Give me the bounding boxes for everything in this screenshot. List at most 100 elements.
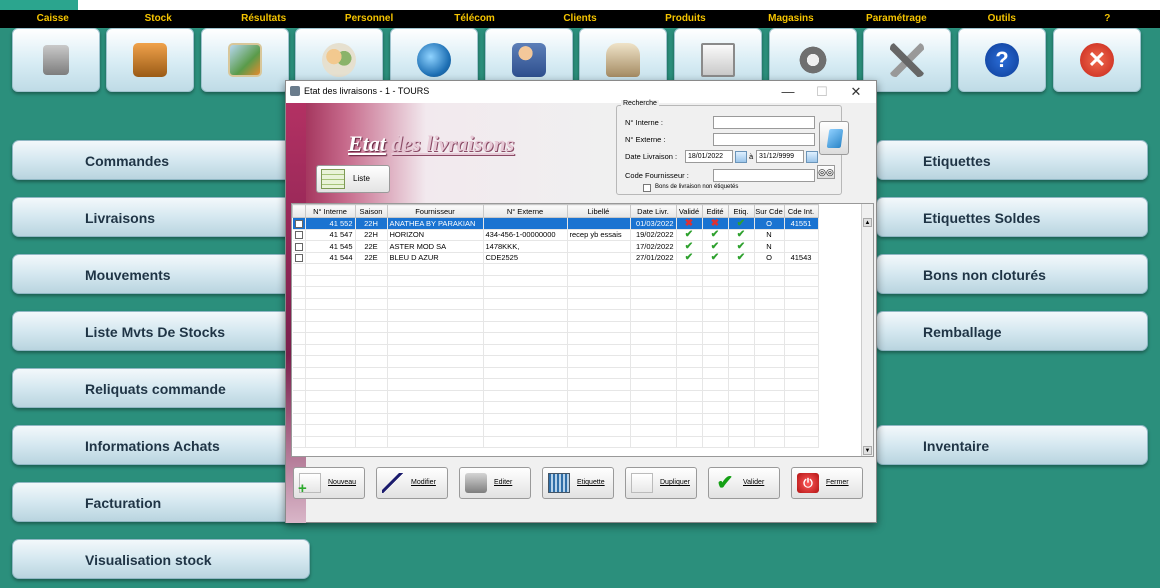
table-row[interactable]: 41 552 22H ANATHEA BY PARAKIAN 01/03/2022 ✖ ✖… [292, 217, 819, 230]
date-from-calendar-icon[interactable] [735, 151, 747, 163]
empty-cell [483, 436, 568, 448]
date-to-calendar-icon[interactable] [806, 151, 818, 163]
non-etiquetes-checkbox[interactable] [643, 184, 651, 192]
nav-liste-mvts-stocks[interactable]: Liste Mvts De Stocks [12, 311, 310, 351]
row-checkbox-cell[interactable] [292, 252, 306, 264]
valider-button[interactable]: ✔ Valider [708, 467, 780, 499]
row-checkbox-cell[interactable] [292, 217, 306, 230]
col-fournisseur[interactable]: Fournisseur [386, 204, 484, 218]
etiquette-button[interactable]: Etiquette [542, 467, 614, 499]
num-interne-input[interactable] [713, 116, 815, 129]
empty-cell [728, 355, 755, 368]
menu-parametrage[interactable]: Paramétrage [844, 10, 949, 28]
menu-clients[interactable]: Clients [527, 10, 632, 28]
scroll-down-icon[interactable]: ▼ [863, 446, 872, 455]
dupliquer-label: Dupliquer [660, 479, 690, 486]
search-fournisseur-button[interactable]: ◎◎ [817, 165, 835, 179]
search-group: Recherche N° Interne : N° Externe : Date… [616, 100, 842, 195]
empty-cell [292, 298, 306, 310]
dupliquer-button[interactable]: Dupliquer [625, 467, 697, 499]
code-fournisseur-input[interactable] [713, 169, 815, 182]
table-row[interactable]: 41 547 22H HORIZON 434-456-1-00000000 recep … [292, 229, 819, 241]
toolbar-resultats-button[interactable] [201, 28, 289, 92]
menu-help[interactable]: ? [1055, 10, 1160, 28]
date-to-input[interactable]: 31/12/9999 [756, 150, 804, 163]
empty-row [292, 275, 819, 287]
menu-resultats[interactable]: Résultats [211, 10, 316, 28]
empty-cell [784, 263, 819, 276]
check-icon: ✔ [710, 229, 720, 241]
nav-remballage[interactable]: Remballage [876, 311, 1148, 351]
nouveau-button[interactable]: + Nouveau [293, 467, 365, 499]
nav-etiquettes[interactable]: Etiquettes [876, 140, 1148, 180]
empty-cell [702, 321, 729, 333]
empty-cell [702, 367, 729, 379]
toolbar-exit-button[interactable]: ✕ [1053, 28, 1141, 92]
empty-cell [355, 367, 388, 379]
row-checkbox[interactable] [294, 254, 303, 263]
col-cde-int[interactable]: Cde Int. [783, 204, 819, 218]
table-scrollbar[interactable]: ▲ ▼ [861, 204, 873, 456]
row-checkbox[interactable] [294, 219, 303, 228]
menu-magasins[interactable]: Magasins [738, 10, 843, 28]
menu-telecom[interactable]: Télécom [422, 10, 527, 28]
row-checkbox[interactable] [294, 231, 303, 240]
col-edite[interactable]: Edité [701, 204, 729, 218]
menu-personnel[interactable]: Personnel [316, 10, 421, 28]
menu-caisse[interactable]: Caisse [0, 10, 105, 28]
scroll-up-icon[interactable]: ▲ [863, 218, 872, 227]
toolbar-stock-button[interactable] [106, 28, 194, 92]
nav-mouvements[interactable]: Mouvements [12, 254, 310, 294]
empty-cell [567, 355, 631, 368]
toolbar-caisse-button[interactable] [12, 28, 100, 92]
col-valide[interactable]: Validé [675, 204, 703, 218]
col-num-interne[interactable]: N° Interne [304, 204, 356, 218]
col-libelle[interactable]: Libellé [566, 204, 631, 218]
nav-etiquettes-soldes[interactable]: Etiquettes Soldes [876, 197, 1148, 237]
date-from-input[interactable]: 18/01/2022 [685, 150, 733, 163]
etiquette-label: Etiquette [577, 479, 605, 486]
num-externe-input[interactable] [713, 133, 815, 146]
nav-inventaire[interactable]: Inventaire [876, 425, 1148, 465]
window-maximize-button[interactable]: ☐ [808, 83, 836, 101]
empty-cell [292, 286, 306, 299]
table-row[interactable]: 41 545 22E ASTER MOD SA 1478KKK, 17/02/2022 ✔… [292, 240, 819, 253]
menu-outils[interactable]: Outils [949, 10, 1054, 28]
nav-livraisons[interactable]: Livraisons [12, 197, 310, 237]
col-saison[interactable]: Saison [354, 204, 388, 218]
col-checkbox-header [292, 204, 306, 218]
cell-sur-cde: O [754, 252, 785, 264]
fermer-button[interactable]: ⏻ Fermer [791, 467, 863, 499]
col-sur-cde[interactable]: Sur Cde [753, 204, 785, 218]
empty-cell [702, 436, 729, 448]
empty-cell [784, 275, 819, 287]
clear-search-button[interactable] [819, 121, 849, 155]
window-close-button[interactable]: ✕ [842, 83, 870, 101]
window-minimize-button[interactable]: — [774, 83, 802, 101]
row-checkbox-cell[interactable] [292, 240, 306, 253]
editer-button[interactable]: Editer [459, 467, 531, 499]
menu-stock[interactable]: Stock [105, 10, 210, 28]
nav-visualisation-stock[interactable]: Visualisation stock [12, 539, 310, 579]
nav-facturation[interactable]: Facturation [12, 482, 310, 522]
empty-cell [728, 298, 755, 310]
nav-bons-non-clotures[interactable]: Bons non cloturés [876, 254, 1148, 294]
nav-informations-achats[interactable]: Informations Achats [12, 425, 310, 465]
toolbar-help-button[interactable]: ? [958, 28, 1046, 92]
empty-cell [754, 401, 785, 414]
window-titlebar: Etat des livraisons - 1 - TOURS — ☐ ✕ [286, 81, 876, 103]
row-checkbox[interactable] [294, 242, 303, 251]
empty-cell [784, 286, 819, 299]
nav-reliquats-commande[interactable]: Reliquats commande [12, 368, 310, 408]
row-checkbox-cell[interactable] [292, 229, 306, 241]
table-row[interactable]: 41 544 22E BLEU D AZUR CDE2525 27/01/2022 ✔ ✔ ✔… [292, 252, 819, 264]
col-date-livr[interactable]: Date Livr. [629, 204, 677, 218]
liste-button[interactable]: Liste [316, 165, 390, 193]
modifier-button[interactable]: Modifier [376, 467, 448, 499]
menu-produits[interactable]: Produits [633, 10, 738, 28]
col-num-externe[interactable]: N° Externe [482, 204, 568, 218]
nav-commandes[interactable]: Commandes [12, 140, 310, 180]
col-etiq[interactable]: Etiq. [727, 204, 755, 218]
empty-row [292, 424, 819, 437]
empty-cell [567, 309, 631, 322]
